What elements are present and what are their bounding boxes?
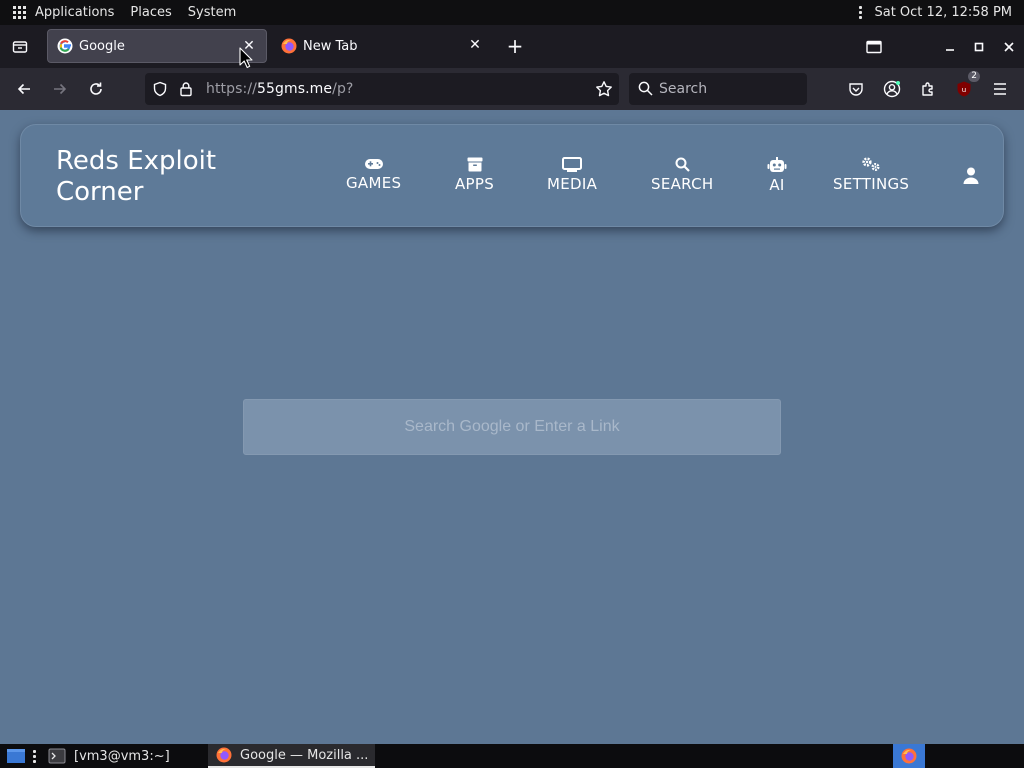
robot-icon — [767, 157, 787, 172]
app-grid-icon[interactable] — [13, 5, 27, 20]
firefox-icon — [901, 748, 917, 764]
ublock-origin-icon[interactable]: u 2 — [952, 71, 980, 101]
google-favicon-icon — [57, 38, 73, 54]
window-list-icon[interactable] — [862, 35, 886, 59]
account-icon[interactable] — [880, 77, 904, 101]
show-desktop-icon[interactable] — [4, 744, 28, 768]
maximize-icon[interactable] — [967, 35, 991, 59]
nav-apps[interactable]: APPS — [455, 157, 494, 193]
search-icon — [638, 81, 653, 100]
nav-apps-label: APPS — [455, 175, 495, 193]
taskbar-terminal[interactable]: [vm3@vm3:~] — [48, 744, 203, 768]
lock-icon[interactable] — [179, 81, 193, 101]
url-path: /p? — [332, 81, 354, 97]
tab-title: New Tab — [303, 38, 358, 54]
nav-games-label: GAMES — [346, 174, 402, 192]
taskbar-firefox[interactable]: Google — Mozilla ... — [208, 744, 375, 768]
firefox-favicon-icon — [281, 38, 297, 54]
site-brand[interactable]: Reds Exploit Corner — [56, 146, 256, 208]
bookmark-star-icon[interactable] — [595, 80, 613, 102]
bottom-taskbar: [vm3@vm3:~] Google — Mozilla ... — [0, 744, 1024, 768]
navigation-toolbar: https://55gms.me/p? Search u 2 — [0, 68, 1024, 110]
tab-new-tab[interactable]: New Tab ✕ — [272, 29, 492, 63]
reload-icon[interactable] — [84, 77, 108, 101]
close-window-icon[interactable] — [997, 35, 1021, 59]
minimize-icon[interactable] — [938, 35, 962, 59]
pocket-icon[interactable] — [844, 77, 868, 101]
web-page-content: Reds Exploit Corner GAMES APPS MEDIA SEA… — [0, 110, 1024, 744]
panel-separator-icon — [859, 6, 863, 19]
nav-settings[interactable]: SETTINGS — [833, 157, 909, 193]
url-text[interactable]: https://55gms.me/p? — [206, 81, 353, 97]
monitor-icon — [562, 157, 583, 172]
nav-settings-label: SETTINGS — [833, 175, 910, 193]
url-scheme-host: https://55gms.me — [206, 81, 333, 97]
system-top-panel: Applications Places System Sat Oct 12, 1… — [0, 0, 1024, 25]
firefox-view-icon[interactable] — [8, 35, 32, 59]
terminal-icon — [48, 748, 66, 764]
extensions-puzzle-icon[interactable] — [916, 77, 940, 101]
nav-ai[interactable]: AI — [767, 157, 787, 194]
taskbar-separator-icon — [32, 744, 46, 768]
tab-strip: Google ✕ New Tab ✕ + — [0, 25, 1024, 68]
url-bar[interactable]: https://55gms.me/p? — [145, 73, 619, 105]
nav-search-label: SEARCH — [651, 175, 714, 193]
nav-media-label: MEDIA — [547, 175, 598, 193]
new-tab-plus-icon[interactable]: + — [503, 35, 527, 59]
menu-places[interactable]: Places — [130, 5, 171, 20]
tab-google[interactable]: Google ✕ — [47, 29, 267, 63]
proxy-search-box[interactable] — [243, 399, 781, 455]
search-placeholder: Search — [659, 81, 708, 97]
gears-icon — [862, 157, 880, 171]
archive-icon — [467, 157, 483, 172]
nav-games[interactable]: GAMES — [346, 157, 401, 192]
tracking-shield-icon[interactable] — [152, 81, 168, 101]
svg-text:u: u — [962, 86, 966, 94]
nav-search[interactable]: SEARCH — [651, 157, 714, 193]
clock[interactable]: Sat Oct 12, 12:58 PM — [874, 5, 1012, 20]
menu-system[interactable]: System — [188, 5, 236, 20]
firefox-icon — [216, 747, 232, 763]
back-arrow-icon[interactable] — [12, 77, 36, 101]
web-search-bar[interactable]: Search — [629, 73, 807, 105]
nav-media[interactable]: MEDIA — [547, 157, 597, 193]
ublock-badge-count: 2 — [968, 71, 980, 82]
magnifier-icon — [675, 157, 690, 172]
nav-ai-label: AI — [769, 176, 785, 194]
proxy-search-input[interactable] — [244, 400, 780, 454]
forward-arrow-icon[interactable] — [48, 77, 72, 101]
workspace-switcher-firefox[interactable] — [893, 744, 925, 768]
site-navbar: Reds Exploit Corner GAMES APPS MEDIA SEA… — [20, 124, 1004, 227]
user-profile-icon[interactable] — [963, 167, 979, 188]
tab-title: Google — [79, 38, 125, 54]
taskbar-firefox-label: Google — Mozilla ... — [240, 747, 369, 763]
menu-applications[interactable]: Applications — [35, 5, 114, 20]
gamepad-icon — [364, 159, 383, 169]
taskbar-terminal-label: [vm3@vm3:~] — [74, 748, 170, 764]
hamburger-menu-icon[interactable] — [988, 77, 1012, 101]
close-tab-icon[interactable]: ✕ — [467, 37, 483, 53]
mouse-pointer-icon — [239, 47, 253, 73]
